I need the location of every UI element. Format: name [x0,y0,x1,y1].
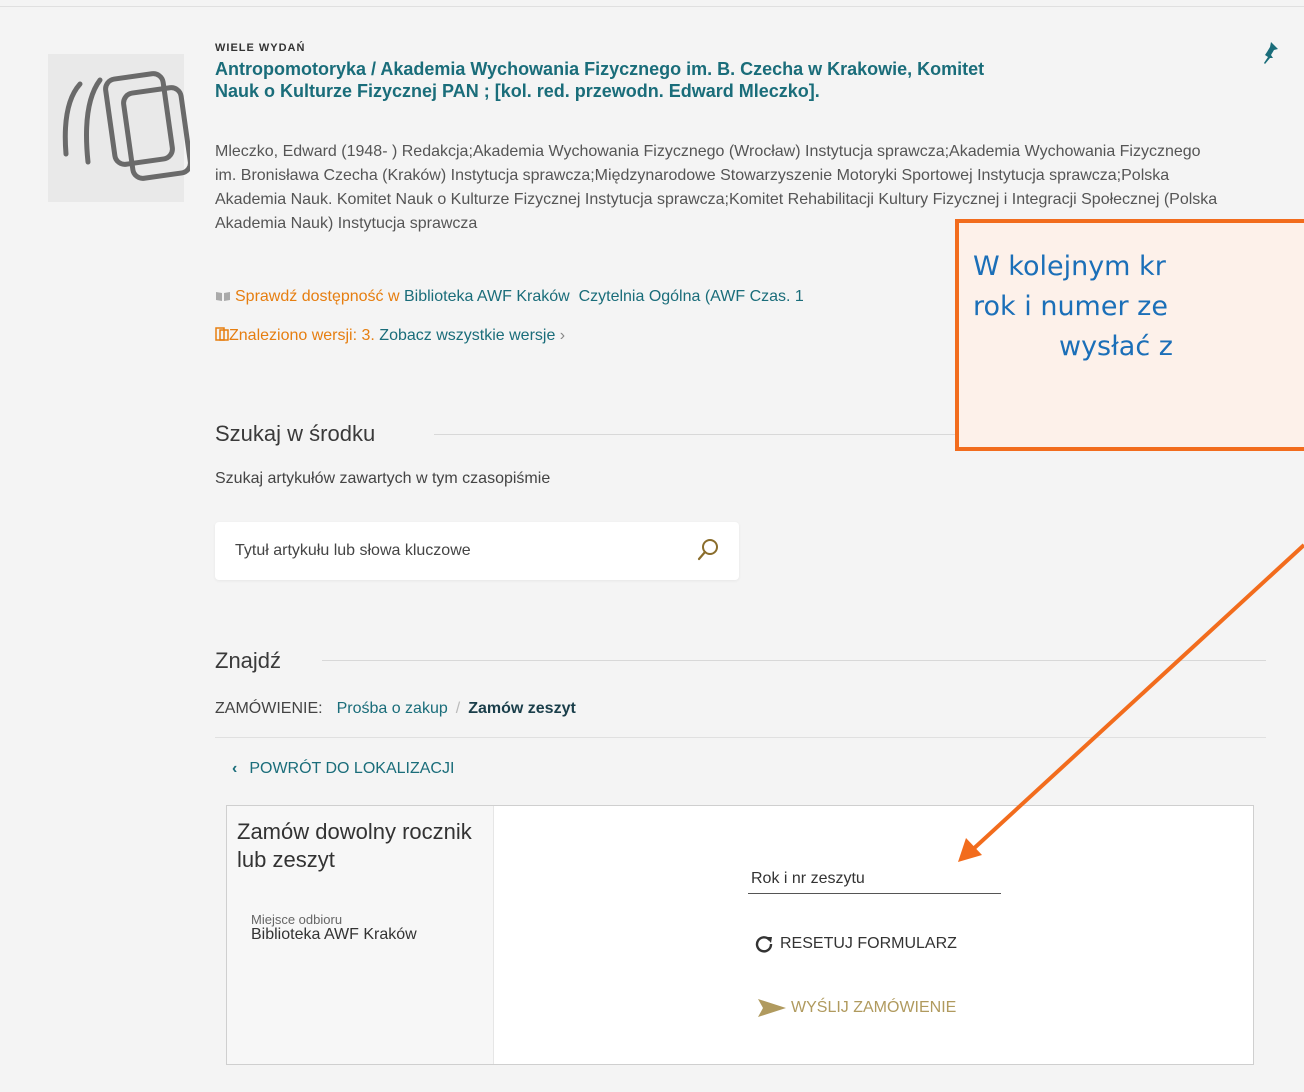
pickup-location-value: Biblioteka AWF Kraków [251,926,417,943]
send-icon [758,999,786,1017]
back-to-locations-label: POWRÓT DO LOKALIZACJI [249,760,455,777]
book-icon [216,292,230,301]
top-divider [0,6,1304,7]
all-versions-link[interactable]: Zobacz wszystkie wersje [379,327,555,344]
article-search-box [215,522,739,580]
availability-library: Biblioteka AWF Kraków [403,288,570,305]
search-icon[interactable] [696,538,720,562]
multi-edition-icon [48,54,190,202]
search-inside-description: Szukaj artykułów zawartych w tym czasopi… [215,470,551,487]
pickup-location-label: Miejsce odbioru [251,912,343,927]
article-search-input[interactable] [235,538,675,564]
versions-line[interactable]: Znaleziono wersji: 3. Zobacz wszystkie w… [215,326,565,346]
order-issue-tab[interactable]: Zamów zeszyt [468,700,576,717]
reset-form-button[interactable]: RESETUJ FORMULARZ [754,934,957,954]
reset-icon [755,936,773,953]
versions-icon [215,327,229,341]
availability-line[interactable]: Sprawdź dostępność w Biblioteka AWF Krak… [215,287,804,307]
send-order-label: WYŚLIJ ZAMÓWIENIE [791,999,957,1016]
pin-icon[interactable] [1258,40,1280,66]
order-form-title: Zamów dowolny rocznik lub zeszyt [237,819,472,872]
order-type-row: ZAMÓWIENIE: Prośba o zakup / Zamów zeszyt [215,700,576,718]
find-heading: Znajdź [215,648,282,673]
edition-label: WIELE WYDAŃ [215,42,306,54]
reset-form-label: RESETUJ FORMULARZ [780,935,957,952]
year-issue-field[interactable] [748,864,1001,894]
send-order-button[interactable]: WYŚLIJ ZAMÓWIENIE [757,998,956,1018]
callout-line-3: wysłać z [1059,331,1173,362]
back-to-locations-link[interactable]: ‹ POWRÓT DO LOKALIZACJI [232,760,454,778]
callout-line-1: W kolejnym kr [973,251,1166,282]
versions-found: Znaleziono wersji: 3. [229,327,375,344]
callout-line-2: rok i numer ze [973,291,1168,322]
find-divider [322,660,1266,661]
tutorial-callout: W kolejnym kr rok i numer ze wysłać z [955,219,1304,451]
chevron-left-icon: ‹ [232,760,238,777]
record-title[interactable]: Antropomotoryka / Akademia Wychowania Fi… [215,58,1015,102]
order-label: ZAMÓWIENIE: [215,700,323,717]
order-form-sidebar: Zamów dowolny rocznik lub zeszyt Miejsce… [227,806,494,1064]
callout-text: W kolejnym kr rok i numer ze wysłać z [973,247,1304,367]
order-separator: / [455,700,461,717]
search-inside-heading: Szukaj w środku [215,421,376,446]
order-form-panel: Zamów dowolny rocznik lub zeszyt Miejsce… [226,805,1254,1065]
versions-chevron: › [559,327,566,344]
availability-prefix: Sprawdź dostępność w [235,288,400,305]
availability-location: Czytelnia Ogólna (AWF Czas. 1 [578,288,804,305]
purchase-request-link[interactable]: Prośba o zakup [337,700,448,717]
order-row-divider [215,737,1266,738]
